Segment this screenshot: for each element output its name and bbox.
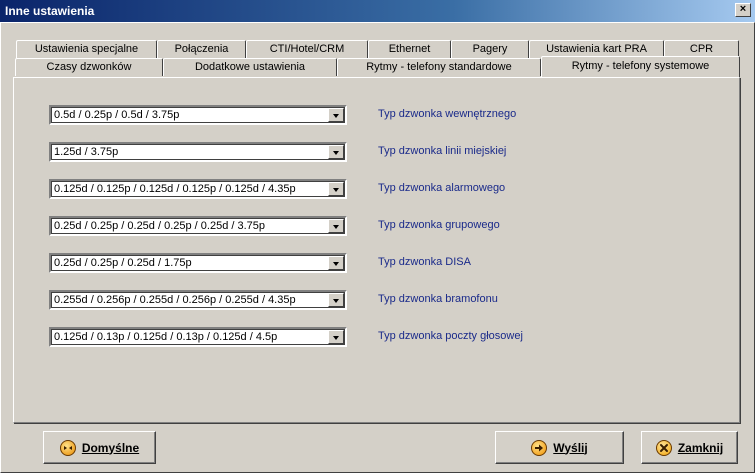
- window-title: Inne ustawienia: [5, 4, 95, 18]
- select-value: 0.25d / 0.25p / 0.25d / 1.75p: [54, 257, 192, 269]
- ring-type-select-voicemail[interactable]: 0.125d / 0.13p / 0.125d / 0.13p / 0.125d…: [49, 327, 347, 347]
- select-value: 0.25d / 0.25p / 0.25d / 0.25p / 0.25d / …: [54, 220, 266, 232]
- select-value: 0.5d / 0.25p / 0.5d / 3.75p: [54, 109, 180, 121]
- tab-pagery[interactable]: Pagery: [451, 40, 529, 58]
- title-bar: Inne ustawienia ×: [0, 0, 755, 22]
- chevron-down-icon[interactable]: [328, 330, 344, 344]
- ring-type-label: Typ dzwonka bramofonu: [378, 293, 498, 305]
- tab-rytmy-telefony-standardowe[interactable]: Rytmy - telefony standardowe: [337, 58, 541, 76]
- tab-label: Pagery: [472, 43, 508, 55]
- tab-czasy-dzwonkow[interactable]: Czasy dzwonków: [15, 58, 163, 76]
- chevron-down-icon[interactable]: [328, 145, 344, 159]
- ring-type-row-alarm: 0.125d / 0.125p / 0.125d / 0.125p / 0.12…: [49, 179, 749, 199]
- ring-type-select-doorphone[interactable]: 0.255d / 0.256p / 0.255d / 0.256p / 0.25…: [49, 290, 347, 310]
- tab-label: Ethernet: [388, 43, 431, 55]
- ring-type-select-group[interactable]: 0.25d / 0.25p / 0.25d / 0.25p / 0.25d / …: [49, 216, 347, 236]
- close-button-label: Zamknij: [677, 440, 724, 455]
- ring-type-row-doorphone: 0.255d / 0.256p / 0.255d / 0.256p / 0.25…: [49, 290, 749, 310]
- tab-label: Ustawienia kart PRA: [546, 43, 647, 55]
- ring-type-label: Typ dzwonka wewnętrznego: [378, 108, 517, 120]
- ring-type-row-disa: 0.25d / 0.25p / 0.25d / 1.75p Typ dzwonk…: [49, 253, 749, 273]
- close-button[interactable]: Zamknij: [641, 431, 738, 464]
- ring-type-row-city-line: 1.25d / 3.75p Typ dzwonka linii miejskie…: [49, 142, 749, 162]
- ring-type-label: Typ dzwonka poczty głosowej: [378, 330, 523, 342]
- window-close-button[interactable]: ×: [735, 3, 751, 17]
- chevron-down-icon[interactable]: [328, 293, 344, 307]
- select-value: 0.125d / 0.125p / 0.125d / 0.125p / 0.12…: [54, 183, 296, 195]
- tab-label: Czasy dzwonków: [46, 61, 132, 73]
- tab-ustawienia-specjalne[interactable]: Ustawienia specjalne: [16, 40, 157, 58]
- send-button-label: Wyślij: [553, 440, 588, 455]
- tab-cti-hotel-crm[interactable]: CTI/Hotel/CRM: [246, 40, 368, 58]
- select-value: 0.255d / 0.256p / 0.255d / 0.256p / 0.25…: [54, 294, 296, 306]
- ring-type-row-group: 0.25d / 0.25p / 0.25d / 0.25p / 0.25d / …: [49, 216, 749, 236]
- default-button-label: Domyślne: [81, 440, 140, 455]
- tab-panel: [13, 77, 740, 423]
- default-button[interactable]: Domyślne: [43, 431, 156, 464]
- tab-label: CPR: [689, 43, 714, 55]
- tab-dodatkowe-ustawienia[interactable]: Dodatkowe ustawienia: [163, 58, 337, 76]
- arrow-right-icon: [531, 439, 548, 456]
- ring-type-select-alarm[interactable]: 0.125d / 0.125p / 0.125d / 0.125p / 0.12…: [49, 179, 347, 199]
- chevron-down-icon[interactable]: [328, 182, 344, 196]
- tab-label: Ustawienia specjalne: [34, 43, 139, 55]
- ring-type-row-voicemail: 0.125d / 0.13p / 0.125d / 0.13p / 0.125d…: [49, 327, 749, 347]
- chevron-down-icon[interactable]: [328, 219, 344, 233]
- ring-type-row-internal: 0.5d / 0.25p / 0.5d / 3.75p Typ dzwonka …: [49, 105, 749, 125]
- ring-type-label: Typ dzwonka grupowego: [378, 219, 500, 231]
- ring-type-label: Typ dzwonka alarmowego: [378, 182, 506, 194]
- chevron-down-icon[interactable]: [328, 108, 344, 122]
- send-button[interactable]: Wyślij: [495, 431, 624, 464]
- select-value: 0.125d / 0.13p / 0.125d / 0.13p / 0.125d…: [54, 331, 278, 343]
- ring-type-select-internal[interactable]: 0.5d / 0.25p / 0.5d / 3.75p: [49, 105, 347, 125]
- ring-type-select-city-line[interactable]: 1.25d / 3.75p: [49, 142, 347, 162]
- tab-polaczenia[interactable]: Połączenia: [157, 40, 246, 58]
- tab-label: Rytmy - telefony systemowe: [571, 60, 710, 72]
- chevron-down-icon[interactable]: [328, 256, 344, 270]
- tab-ethernet[interactable]: Ethernet: [368, 40, 451, 58]
- tab-rytmy-telefony-systemowe[interactable]: Rytmy - telefony systemowe: [541, 56, 740, 77]
- default-icon: [59, 439, 76, 456]
- tab-label: Dodatkowe ustawienia: [194, 61, 306, 73]
- tab-label: CTI/Hotel/CRM: [269, 43, 345, 55]
- ring-type-label: Typ dzwonka DISA: [378, 256, 471, 268]
- ring-type-select-disa[interactable]: 0.25d / 0.25p / 0.25d / 1.75p: [49, 253, 347, 273]
- tab-label: Rytmy - telefony standardowe: [366, 61, 512, 73]
- ring-type-label: Typ dzwonka linii miejskiej: [378, 145, 507, 157]
- select-value: 1.25d / 3.75p: [54, 146, 119, 158]
- x-icon: [655, 439, 672, 456]
- tab-label: Połączenia: [174, 43, 229, 55]
